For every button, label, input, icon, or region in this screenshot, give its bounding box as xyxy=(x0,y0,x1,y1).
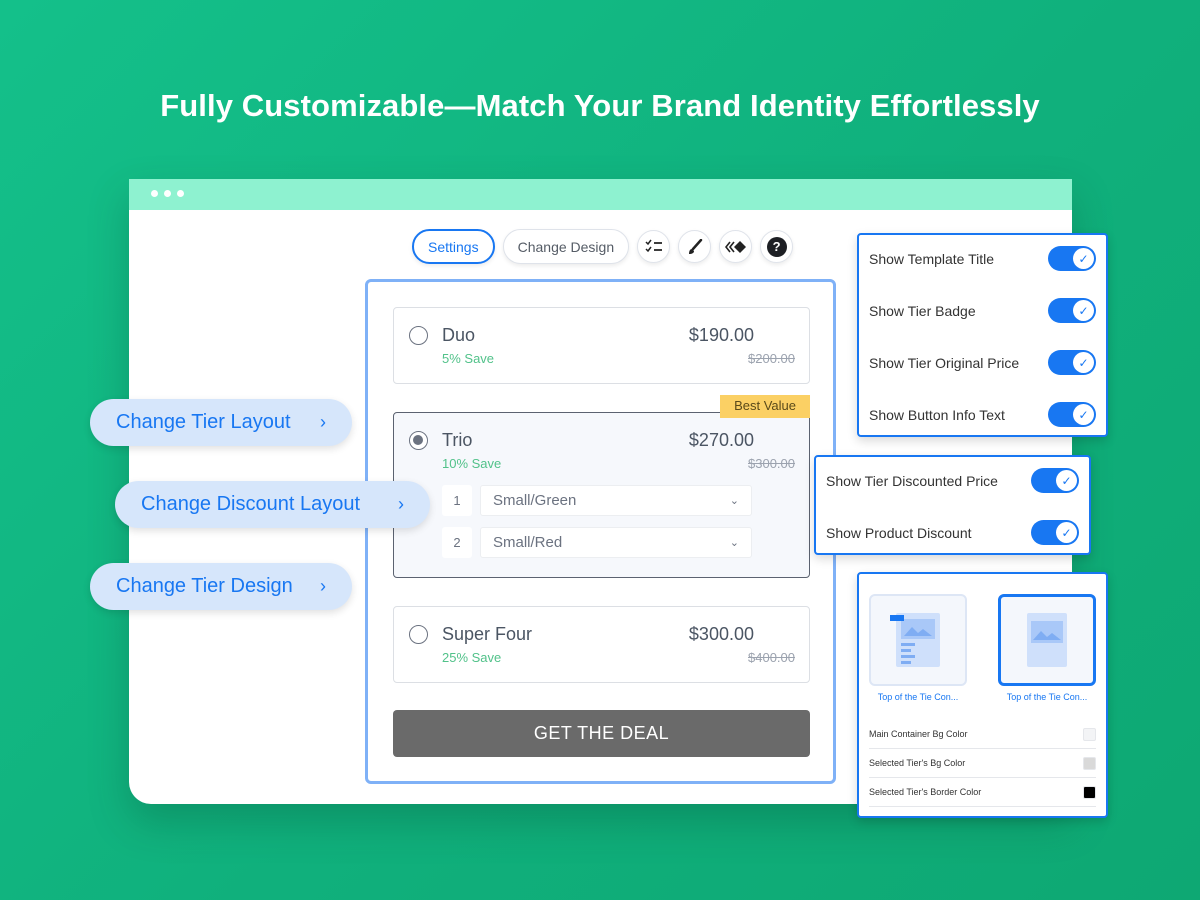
chevron-right-icon: › xyxy=(320,412,326,432)
variant-row: 2 Small/Red ⌄ xyxy=(442,527,752,558)
tier-option-super-four[interactable]: Super Four 25% Save $300.00 $400.00 xyxy=(393,606,810,683)
bundle-widget: Duo 5% Save $190.00 $200.00 Best Value T… xyxy=(365,279,836,784)
tier-option-trio[interactable]: Best Value Trio 10% Save $270.00 $300.00… xyxy=(393,395,810,578)
layout-preview-icon xyxy=(890,613,940,667)
tier-radio[interactable] xyxy=(409,326,428,345)
toggle-label: Show Template Title xyxy=(869,250,995,267)
color-setting-row: Selected Tier's Bg Color xyxy=(869,749,1096,778)
tier-save: 25% Save xyxy=(442,650,502,665)
toggle-row: Show Tier Discounted Price ✓ xyxy=(826,468,1079,493)
variant-select[interactable]: Small/Red ⌄ xyxy=(480,527,752,558)
color-setting-row: Main Container Bg Color xyxy=(869,720,1096,749)
toggle-label: Show Tier Original Price xyxy=(869,354,1020,371)
tier-price: $190.00 xyxy=(688,325,754,345)
pill-label: Change Tier Design xyxy=(116,575,293,597)
pill-label: Change Discount Layout xyxy=(141,493,361,515)
check-icon: ✓ xyxy=(1056,522,1077,543)
color-label: Selected Tier's Bg Color xyxy=(869,758,966,768)
browser-title-bar xyxy=(129,179,1072,210)
color-setting-row: Selected Tier's Border Color xyxy=(869,778,1096,807)
variant-row: 1 Small/Green ⌄ xyxy=(442,485,752,516)
toggle-switch[interactable]: ✓ xyxy=(1048,402,1096,427)
tier-price: $300.00 xyxy=(688,624,754,644)
checklist-icon[interactable] xyxy=(637,230,671,263)
window-dot xyxy=(177,190,184,197)
toggle-row: Show Template Title ✓ xyxy=(869,246,1096,271)
layout-thumb-option-selected[interactable] xyxy=(998,594,1096,686)
window-dots xyxy=(151,190,184,197)
change-tier-design-button[interactable]: Change Tier Design › xyxy=(90,563,352,610)
color-swatch[interactable] xyxy=(1083,785,1096,799)
window-dot xyxy=(164,190,171,197)
tier-original-price: $200.00 xyxy=(748,351,795,366)
color-swatch[interactable] xyxy=(1083,727,1096,741)
chevron-down-icon: ⌄ xyxy=(729,537,739,549)
toggle-switch[interactable]: ✓ xyxy=(1048,298,1096,323)
help-icon[interactable]: ? xyxy=(760,230,794,263)
tier-save: 5% Save xyxy=(442,351,495,366)
toggle-row: Show Tier Badge ✓ xyxy=(869,298,1096,323)
editor-toolbar: Settings Change Design ? xyxy=(412,229,794,264)
variant-value: Small/Green xyxy=(493,492,577,509)
chevron-right-icon: › xyxy=(320,576,326,596)
chevron-down-icon: ⌄ xyxy=(729,495,739,507)
toggle-label: Show Product Discount xyxy=(826,524,972,541)
thumb-label: Top of the Tie Con... xyxy=(1006,692,1088,702)
change-design-button[interactable]: Change Design xyxy=(502,229,630,264)
toggle-switch[interactable]: ✓ xyxy=(1031,520,1079,545)
tier-name: Trio xyxy=(442,430,473,450)
variant-number: 1 xyxy=(442,485,472,516)
check-icon: ✓ xyxy=(1073,300,1094,321)
color-label: Main Container Bg Color xyxy=(869,729,968,739)
variant-select[interactable]: Small/Green ⌄ xyxy=(480,485,752,516)
layout-preview-icon xyxy=(1027,613,1067,667)
best-value-badge: Best Value xyxy=(720,395,810,418)
toggle-label: Show Button Info Text xyxy=(869,406,1005,423)
toggle-row: Show Button Info Text ✓ xyxy=(869,402,1096,427)
toggle-row: Show Product Discount ✓ xyxy=(826,520,1079,545)
layout-thumb-option[interactable] xyxy=(869,594,967,686)
settings-button[interactable]: Settings xyxy=(412,229,495,264)
check-icon: ✓ xyxy=(1073,352,1094,373)
check-icon: ✓ xyxy=(1073,248,1094,269)
toggle-label: Show Tier Discounted Price xyxy=(826,472,998,489)
color-label: Selected Tier's Border Color xyxy=(869,787,982,797)
tier-name: Duo xyxy=(442,325,476,345)
tier-radio[interactable] xyxy=(409,431,428,450)
pill-label: Change Tier Layout xyxy=(116,411,291,433)
window-dot xyxy=(151,190,158,197)
variant-number: 2 xyxy=(442,527,472,558)
code-icon[interactable] xyxy=(719,230,753,263)
toggle-switch[interactable]: ✓ xyxy=(1031,468,1079,493)
help-glyph: ? xyxy=(766,236,787,257)
tier-price: $270.00 xyxy=(688,430,754,450)
tier-option-duo[interactable]: Duo 5% Save $190.00 $200.00 xyxy=(393,307,810,384)
toggle-label: Show Tier Badge xyxy=(869,302,976,319)
toggle-switch[interactable]: ✓ xyxy=(1048,350,1096,375)
tier-original-price: $300.00 xyxy=(748,456,795,471)
display-settings-panel: Show Template Title ✓ Show Tier Badge ✓ … xyxy=(857,233,1108,437)
thumb-label: Top of the Tie Con... xyxy=(877,692,959,702)
tier-original-price: $400.00 xyxy=(748,650,795,665)
variant-value: Small/Red xyxy=(493,534,563,551)
check-icon: ✓ xyxy=(1056,470,1077,491)
brush-icon[interactable] xyxy=(678,230,712,263)
toggle-row: Show Tier Original Price ✓ xyxy=(869,350,1096,375)
toggle-switch[interactable]: ✓ xyxy=(1048,246,1096,271)
discount-settings-panel: Show Tier Discounted Price ✓ Show Produc… xyxy=(814,455,1091,555)
tier-name: Super Four xyxy=(442,624,533,644)
change-discount-layout-button[interactable]: Change Discount Layout › xyxy=(115,481,430,528)
get-the-deal-button[interactable]: GET THE DEAL xyxy=(393,710,810,757)
change-tier-layout-button[interactable]: Change Tier Layout › xyxy=(90,399,352,446)
chevron-right-icon: › xyxy=(398,494,404,514)
tier-save: 10% Save xyxy=(442,456,502,471)
tier-radio[interactable] xyxy=(409,625,428,644)
check-icon: ✓ xyxy=(1073,404,1094,425)
headline: Fully Customizable—Match Your Brand Iden… xyxy=(160,88,1040,123)
design-settings-panel: Top of the Tie Con... Top of the Tie Con… xyxy=(857,572,1108,818)
color-swatch[interactable] xyxy=(1083,756,1096,770)
